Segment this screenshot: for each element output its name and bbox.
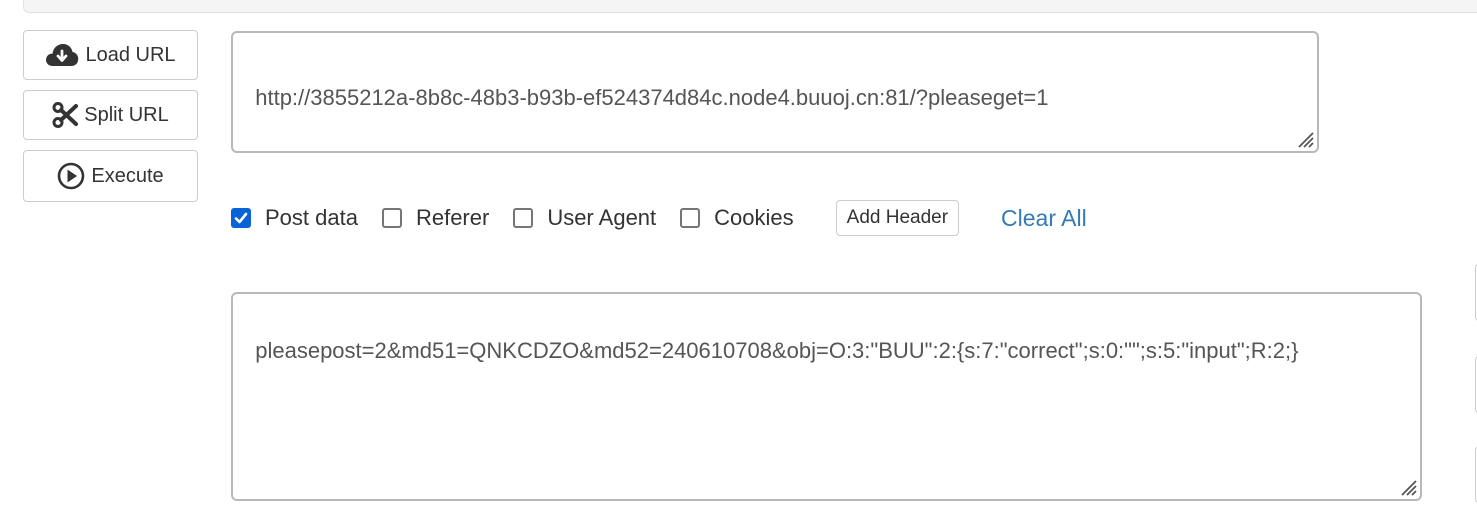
user-agent-label: User Agent [547, 205, 657, 230]
execute-label: Execute [91, 164, 164, 187]
referer-label: Referer [415, 205, 490, 230]
user-agent-option[interactable]: User Agent [513, 205, 656, 231]
resize-grip-icon[interactable] [1293, 127, 1315, 149]
add-header-button[interactable]: Add Header [835, 200, 960, 236]
scissors-icon [52, 102, 79, 128]
post-data-label: Post data [265, 205, 358, 230]
split-url-label: Split URL [84, 103, 169, 126]
play-circle-icon [57, 162, 85, 190]
referer-option[interactable]: Referer [381, 205, 490, 231]
clear-all-link[interactable]: Clear All [1001, 205, 1087, 232]
cookies-label: Cookies [714, 205, 794, 230]
options-row: Post data Referer User Agent Cookies Add… [231, 200, 1087, 236]
top-panel [23, 0, 1477, 13]
post-data-input[interactable]: pleasepost=2&md51=QNKCDZO&md52=240610708… [231, 292, 1422, 501]
split-url-button[interactable]: Split URL [23, 90, 198, 140]
url-input-value: http://3855212a-8b8c-48b3-b93b-ef524374d… [255, 85, 1049, 110]
url-input[interactable]: http://3855212a-8b8c-48b3-b93b-ef524374d… [231, 31, 1319, 153]
post-data-value: pleasepost=2&md51=QNKCDZO&md52=240610708… [255, 338, 1299, 363]
checkmark-icon [234, 212, 248, 224]
post-data-option[interactable]: Post data [231, 205, 358, 231]
referer-checkbox[interactable] [381, 208, 402, 228]
cloud-download-icon [45, 42, 79, 68]
execute-button[interactable]: Execute [23, 150, 198, 202]
post-data-checkbox[interactable] [231, 208, 251, 228]
cookies-checkbox[interactable] [680, 208, 701, 228]
load-url-label: Load URL [85, 43, 176, 66]
cookies-option[interactable]: Cookies [680, 205, 794, 231]
user-agent-checkbox[interactable] [513, 208, 534, 228]
load-url-button[interactable]: Load URL [23, 30, 198, 80]
resize-grip-icon[interactable] [1396, 475, 1418, 497]
